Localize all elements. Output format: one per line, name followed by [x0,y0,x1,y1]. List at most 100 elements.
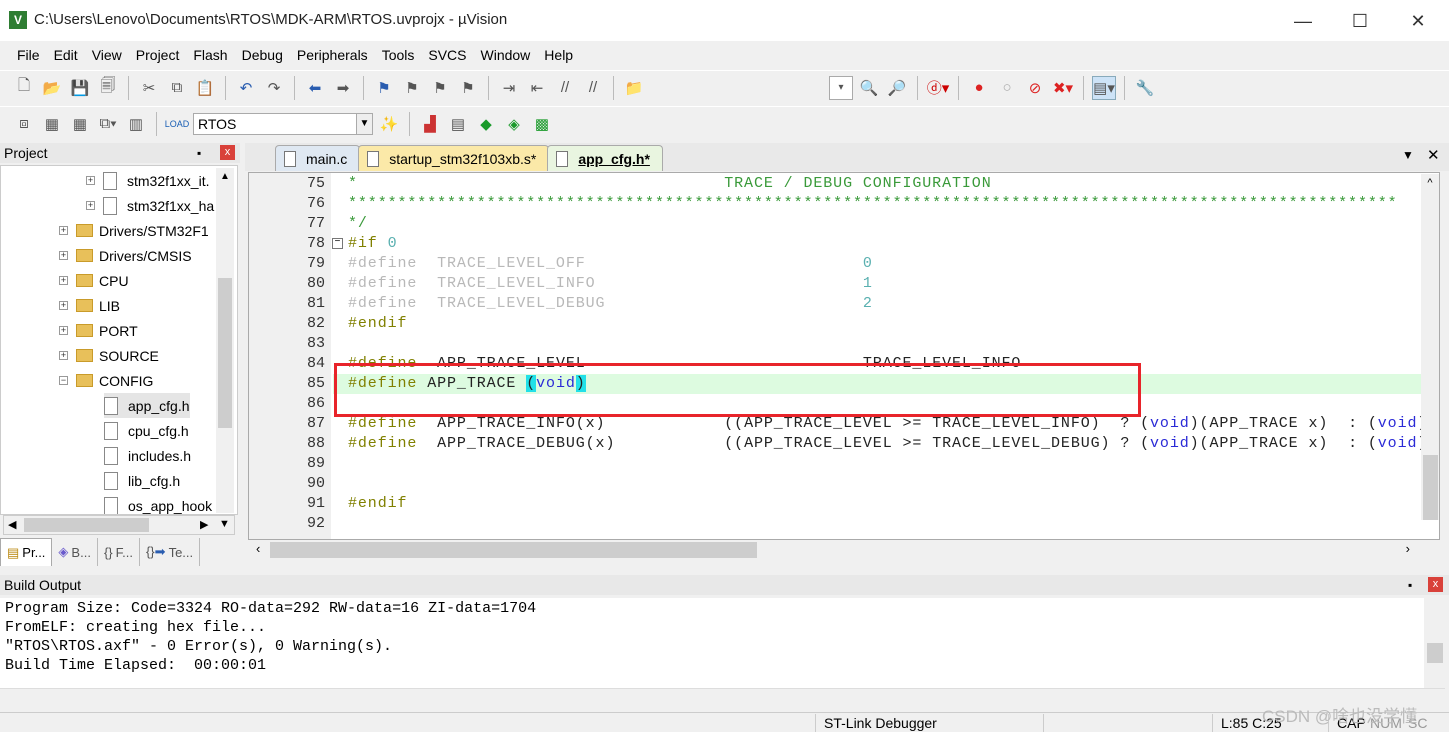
code-line[interactable]: 78− #if 0 [249,234,1421,254]
paste-icon[interactable]: 📋 [193,76,217,100]
pin-icon[interactable]: ▪ [197,143,201,163]
code-line[interactable]: 75 * TRACE / DEBUG CONFIGURATION [249,174,1421,194]
find-dropdown[interactable]: ▾ [829,75,853,100]
editor-hscroll-thumb[interactable] [270,542,757,558]
tree-item[interactable]: + stm32f1xx_ha [86,193,214,218]
code-line[interactable]: 90 [249,474,1421,494]
select-packs-icon[interactable]: ▤ [446,112,470,136]
tab-list-dropdown-icon[interactable]: ▼ [1402,148,1414,162]
code-line[interactable]: 92 [249,514,1421,534]
redo-icon[interactable]: ↷ [262,76,286,100]
expand-icon[interactable]: + [59,276,68,285]
new-file-icon[interactable]: 🗋 [12,76,36,100]
tab-main-c[interactable]: main.c [275,145,361,171]
nav-back-icon[interactable]: ⬅ [303,76,327,100]
code-line[interactable]: 87 #define APP_TRACE_INFO(x) ((APP_TRACE_… [249,414,1426,434]
debug-session-icon[interactable]: ⓓ▾ [926,76,950,100]
batch-build-icon[interactable]: ⧉▾ [96,112,120,136]
kill-breakpoints-icon[interactable]: ✖▾ [1051,76,1075,100]
target-select[interactable]: RTOS ▼ [193,112,373,135]
unindent-icon[interactable]: ⇤ [525,76,549,100]
find-in-files-icon[interactable]: 📁 [622,76,646,100]
tree-item[interactable]: + Drivers/CMSIS [59,243,192,268]
tree-item[interactable]: + Drivers/STM32F1 [59,218,209,243]
menu-file[interactable]: File [10,47,47,63]
code-line[interactable]: 82 #endif [249,314,1421,334]
build-output-log[interactable]: Program Size: Code=3324 RO-data=292 RW-d… [0,598,1424,688]
build-icon[interactable]: ▦ [40,112,64,136]
indent-icon[interactable]: ⇥ [497,76,521,100]
window-layout-icon[interactable]: ▤▾ [1092,75,1116,100]
tab-project[interactable]: ▤ Pr... [0,538,53,566]
configure-icon[interactable]: 🔧 [1133,76,1157,100]
expand-icon[interactable]: + [59,251,68,260]
menu-view[interactable]: View [85,47,129,63]
close-button[interactable]: ✕ [1403,8,1433,34]
close-tab-icon[interactable]: ✕ [1427,146,1440,164]
tab-startup-s[interactable]: startup_stm32f103xb.s* [358,145,550,171]
tree-item[interactable]: + stm32f1xx_it. [86,168,209,193]
tree-horizontal-scrollbar[interactable]: ◀ ▶ ▼ [3,515,235,535]
menu-debug[interactable]: Debug [235,47,290,63]
tree-item[interactable]: os_app_hook [104,493,212,514]
prev-bookmark-icon[interactable]: ⚑ [400,76,424,100]
tree-item[interactable]: app_cfg.h [104,393,190,418]
expand-icon[interactable]: + [59,351,68,360]
find-icon[interactable]: 🔍 [857,76,881,100]
manage-project-items-icon[interactable]: ▟ [418,112,442,136]
tree-vertical-scrollbar[interactable]: ▲ [216,168,234,513]
code-line[interactable]: 83 [249,334,1421,354]
undo-icon[interactable]: ↶ [234,76,258,100]
menu-window[interactable]: Window [474,47,538,63]
download-icon[interactable]: LOAD [165,112,190,136]
tree-item[interactable]: + LIB [59,293,120,318]
menu-tools[interactable]: Tools [375,47,422,63]
pack-installer-icon[interactable]: ◆ [474,112,498,136]
tab-templates[interactable]: {}➡ Te... [140,538,201,566]
tree-item[interactable]: includes.h [104,443,191,468]
code-line[interactable]: 80 #define TRACE_LEVEL_INFO 1 [249,274,1421,294]
menu-flash[interactable]: Flash [186,47,234,63]
expand-icon[interactable]: + [59,301,68,310]
enable-breakpoint-icon[interactable]: ○ [995,76,1019,100]
expand-icon[interactable]: + [86,176,95,185]
build-vertical-scrollbar[interactable] [1425,598,1445,688]
stop-build-icon[interactable]: ▥ [124,112,148,136]
maximize-button[interactable]: ☐ [1345,8,1375,34]
disable-breakpoints-icon[interactable]: ⊘ [1023,76,1047,100]
software-components-icon[interactable]: ▩ [530,112,554,136]
tree-item[interactable]: lib_cfg.h [104,468,180,493]
code-line[interactable]: 91 #endif [249,494,1421,514]
editor-scroll-thumb[interactable] [1423,455,1438,520]
manage-rte-icon[interactable]: ◈ [502,112,526,136]
comment-icon[interactable]: // [553,76,577,100]
uncomment-icon[interactable]: // [581,76,605,100]
expand-icon[interactable]: + [59,326,68,335]
expand-icon[interactable]: + [59,226,68,235]
open-file-icon[interactable]: 📂 [40,76,64,100]
close-panel-icon[interactable]: x [220,145,235,160]
clear-bookmarks-icon[interactable]: ⚑ [456,76,480,100]
minimize-button[interactable]: — [1288,8,1318,34]
menu-help[interactable]: Help [537,47,580,63]
tab-app-cfg-h[interactable]: app_cfg.h* [547,145,663,171]
code-line[interactable]: 89 [249,454,1421,474]
build-horizontal-scrollbar[interactable] [0,688,1445,706]
code-editor[interactable]: 75 * TRACE / DEBUG CONFIGURATION 76 *******… [248,172,1440,540]
menu-project[interactable]: Project [129,47,187,63]
tree-item[interactable]: − CONFIG [59,368,153,393]
translate-icon[interactable]: ⧈ [12,112,36,136]
code-line[interactable]: 76 **************************************… [249,194,1421,214]
menu-edit[interactable]: Edit [47,47,85,63]
bookmark-icon[interactable]: ⚑ [372,76,396,100]
menu-peripherals[interactable]: Peripherals [290,47,375,63]
collapse-icon[interactable]: − [59,376,68,385]
tree-item[interactable]: cpu_cfg.h [104,418,189,443]
save-icon[interactable]: 💾 [68,76,92,100]
code-line[interactable]: 77 */ [249,214,1421,234]
menu-svcs[interactable]: SVCS [421,47,473,63]
tree-item[interactable]: + PORT [59,318,138,343]
insert-breakpoint-icon[interactable]: ● [967,76,991,100]
tab-books[interactable]: ◈ B... [52,538,98,566]
tab-functions[interactable]: {} F... [98,538,140,566]
